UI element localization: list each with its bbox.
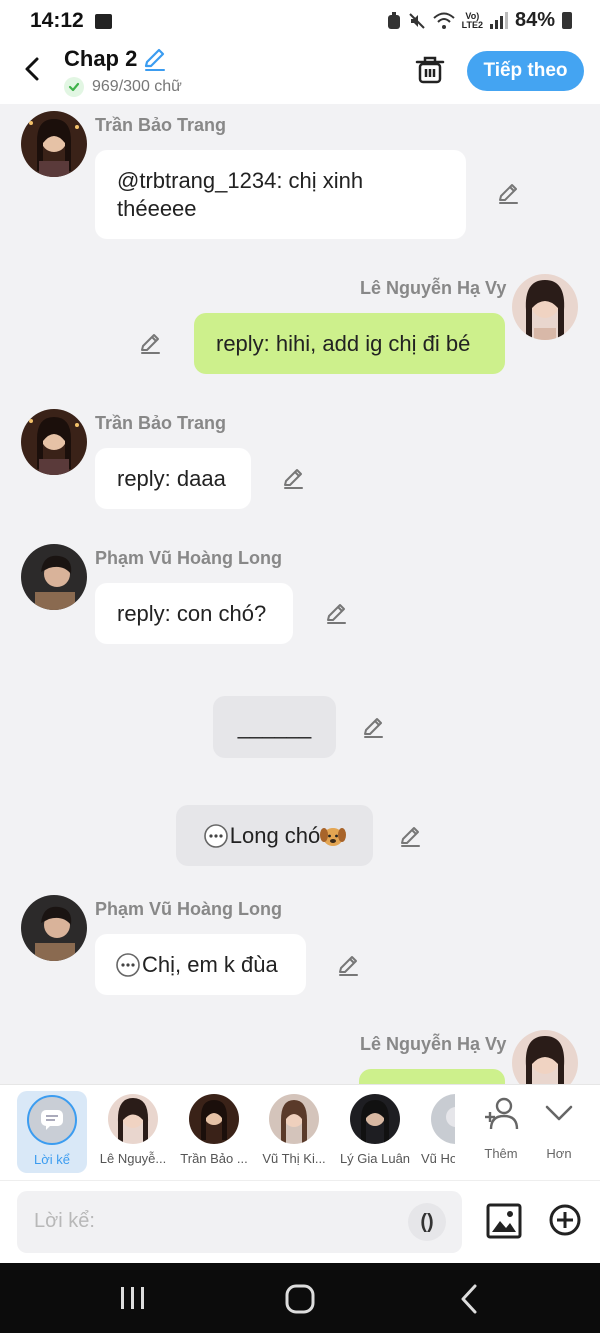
wifi-icon xyxy=(432,12,455,29)
avatar[interactable] xyxy=(21,895,87,961)
pencil-icon[interactable] xyxy=(397,823,423,849)
message-bubble[interactable]: reply: con chó? xyxy=(95,583,293,644)
home-icon[interactable] xyxy=(284,1283,316,1315)
sender-name: Phạm Vũ Hoàng Long xyxy=(95,548,282,568)
message-text: Chị, em k đùa xyxy=(142,951,278,977)
avatar xyxy=(189,1094,239,1144)
pencil-icon[interactable] xyxy=(323,600,349,626)
chevron-down-icon xyxy=(545,1105,573,1121)
input-area: Lời kể: () xyxy=(0,1180,600,1263)
word-count-label: 969/300 chữ xyxy=(92,78,182,95)
avatar[interactable] xyxy=(21,409,87,475)
back-arrow-icon[interactable] xyxy=(18,54,48,84)
narrator-icon xyxy=(27,1095,77,1145)
more-button[interactable]: Hơn xyxy=(529,1095,589,1161)
narrator-label: Lời kể xyxy=(34,1152,70,1167)
sender-name: Lê Nguyễn Hạ Vy xyxy=(360,278,507,298)
header: Chap 2 969/300 chữ Tiếp theo xyxy=(0,42,600,104)
character-item[interactable]: Lê Nguyễ... xyxy=(93,1091,173,1166)
edit-icon[interactable] xyxy=(142,46,168,72)
narration-bubble[interactable]: ______ xyxy=(213,696,336,758)
plus-circle-icon[interactable] xyxy=(548,1203,582,1237)
status-icons: Vo) LTE2 84% xyxy=(387,9,572,32)
narration-input[interactable]: Lời kể: () xyxy=(17,1191,462,1253)
message-bubble[interactable]: reply: hihi, add ig chị đi bé xyxy=(194,313,505,374)
paren-button[interactable]: () xyxy=(408,1203,446,1241)
nav-back-icon[interactable] xyxy=(458,1283,480,1315)
character-item[interactable]: Lý Gia Luân xyxy=(335,1091,415,1166)
pencil-icon[interactable] xyxy=(360,714,386,740)
trash-icon[interactable] xyxy=(414,54,446,86)
avatar[interactable] xyxy=(21,544,87,610)
character-bar: Lời kể Lê Nguyễ... Trần Bảo ... Vũ Thị K… xyxy=(0,1084,600,1180)
add-person-icon xyxy=(485,1097,519,1130)
network-label: Vo) LTE2 xyxy=(461,10,483,30)
character-name: Vũ Hoàng L xyxy=(421,1151,455,1166)
word-count: 969/300 chữ xyxy=(64,77,182,97)
character-name: Trần Bảo ... xyxy=(180,1151,248,1166)
chat-area: Trần Bảo Trang @trbtrang_1234: chị xinh … xyxy=(0,104,600,1084)
chat-dots-icon xyxy=(115,952,141,978)
add-label: Thêm xyxy=(484,1146,518,1161)
character-name: Lý Gia Luân xyxy=(339,1151,411,1166)
alarm-icon xyxy=(387,11,400,29)
pencil-icon[interactable] xyxy=(280,465,306,491)
character-name: Vũ Thị Ki... xyxy=(262,1151,326,1166)
avatar xyxy=(269,1094,319,1144)
more-label: Hơn xyxy=(546,1146,572,1161)
sender-name: Phạm Vũ Hoàng Long xyxy=(95,899,282,919)
narration-text: Long chó xyxy=(229,822,321,848)
status-time: 14:12 xyxy=(30,9,84,32)
message-bubble[interactable] xyxy=(359,1069,505,1084)
page-title: Chap 2 xyxy=(64,46,138,71)
mute-icon xyxy=(408,12,425,29)
check-icon xyxy=(64,77,84,97)
character-item[interactable]: Vũ Thị Ki... xyxy=(254,1091,334,1166)
recent-apps-icon[interactable] xyxy=(119,1285,147,1311)
pencil-icon[interactable] xyxy=(495,180,521,206)
gallery-icon xyxy=(95,14,112,29)
add-character-button[interactable]: Thêm xyxy=(471,1095,531,1161)
message-bubble[interactable]: Chị, em k đùa xyxy=(95,934,306,995)
sender-name: Trần Bảo Trang xyxy=(95,413,227,433)
message-bubble[interactable]: reply: daaa xyxy=(95,448,251,509)
character-name: Lê Nguyễ... xyxy=(99,1151,167,1166)
input-placeholder: Lời kể: xyxy=(34,1210,95,1232)
battery-percent: 84% xyxy=(514,9,555,31)
dog-icon xyxy=(320,824,346,848)
pencil-icon[interactable] xyxy=(335,952,361,978)
chat-dots-icon xyxy=(203,823,229,849)
narration-bubble[interactable]: Long chó xyxy=(176,805,373,866)
signal-icon xyxy=(489,12,508,29)
character-item[interactable]: Trần Bảo ... xyxy=(174,1091,254,1166)
sender-name: Trần Bảo Trang xyxy=(95,115,227,135)
avatar[interactable] xyxy=(512,274,578,340)
message-bubble[interactable]: @trbtrang_1234: chị xinh théeeee xyxy=(95,150,466,239)
avatar xyxy=(108,1094,158,1144)
sender-name: Lê Nguyễn Hạ Vy xyxy=(360,1034,507,1054)
avatar xyxy=(350,1094,400,1144)
next-button[interactable]: Tiếp theo xyxy=(467,51,584,91)
narrator-tab[interactable]: Lời kể xyxy=(17,1091,87,1173)
image-icon[interactable] xyxy=(486,1203,522,1239)
status-bar: 14:12 Vo) LTE2 84% xyxy=(0,0,600,42)
avatar[interactable] xyxy=(512,1030,578,1084)
pencil-icon[interactable] xyxy=(137,330,163,356)
avatar[interactable] xyxy=(21,111,87,177)
avatar xyxy=(431,1094,455,1144)
system-nav-bar xyxy=(0,1263,600,1333)
battery-icon xyxy=(562,12,572,29)
character-item[interactable]: Vũ Hoàng L xyxy=(415,1091,455,1166)
